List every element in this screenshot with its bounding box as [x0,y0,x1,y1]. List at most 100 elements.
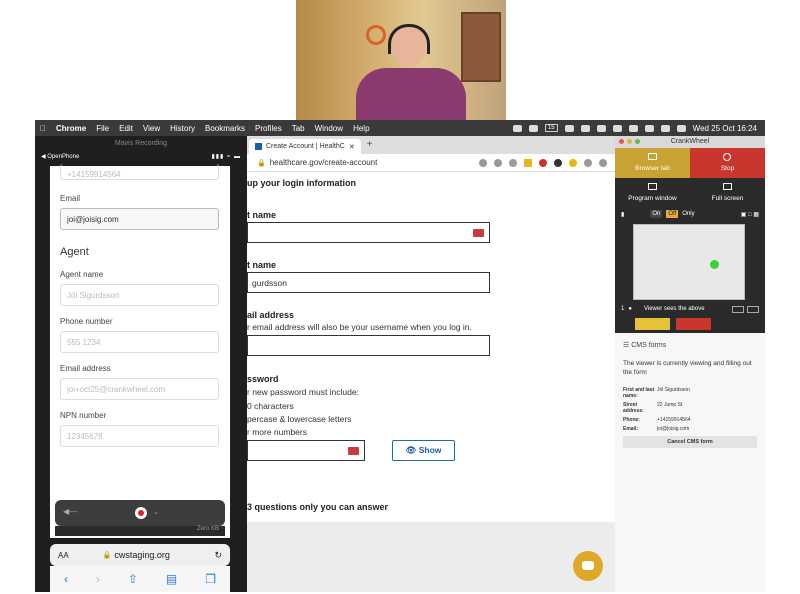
status-carrier: ◀ OpenPhone [41,154,80,160]
file-icon[interactable] [596,124,606,132]
chat-button[interactable] [573,551,603,581]
extension-icon[interactable] [524,158,532,167]
menubar-status: 15 Wed 25 Oct 16:24 [512,124,765,133]
power-icon[interactable] [628,124,638,132]
record-icon[interactable] [539,158,547,167]
presenter-body [356,68,466,120]
viewer-controls [732,305,765,313]
emoji-icon[interactable] [569,158,577,167]
text-size-button[interactable]: AA [50,551,69,560]
apple-icon[interactable]:  [35,124,51,133]
back-icon[interactable]: ‹ [64,572,68,586]
password-manager-icon[interactable] [473,229,484,237]
first-name-label: t name [247,210,277,220]
show-password-button[interactable]: 👁 Show [392,440,455,461]
tabs-icon[interactable]: ❐ [205,572,216,586]
program-window-button[interactable]: Program window [615,178,690,208]
chat-icon[interactable] [612,124,622,132]
address-url[interactable]: healthcare.gov/create-account [270,158,479,167]
minimize-icon[interactable] [627,139,632,144]
close-icon[interactable]: ✕ [349,143,355,151]
extension-icon[interactable] [554,158,562,167]
window-controls [619,139,640,144]
stop-annotate-button[interactable] [676,318,711,330]
share-preview [615,220,765,302]
tab-create-account[interactable]: Create Account | HealthC ✕ [249,139,361,154]
lock-icon: 🔒 [257,159,266,167]
page-heading: up your login information [247,178,356,188]
battery-icon[interactable] [644,124,654,132]
crankwheel-logo [366,25,386,45]
annotate-button[interactable] [635,318,670,330]
cursor-indicator [710,260,719,269]
menu-edit[interactable]: Edit [114,124,138,133]
cancel-cms-form-button[interactable]: Cancel CMS form [623,436,757,448]
safari-url[interactable]: cwstaging.org [114,550,170,560]
share-icon[interactable]: ⇧ [128,572,138,586]
star-icon[interactable] [509,158,517,167]
tab-icon [648,153,657,160]
previous-field[interactable]: +14159914564 [60,164,219,180]
screen-icon[interactable] [512,124,522,132]
first-name-field[interactable] [247,222,490,243]
toggle-off[interactable]: Off [666,210,679,218]
menu-help[interactable]: Help [348,124,374,133]
cloud-icon[interactable] [564,124,574,132]
extension-icon[interactable] [584,158,592,167]
google-icon[interactable] [479,158,487,167]
control-center-icon[interactable] [676,124,686,132]
menu-bookmarks[interactable]: Bookmarks [200,124,250,133]
viewer-count: 1 [621,306,625,312]
share-icon[interactable] [494,158,502,167]
eye-icon: 👁 [405,445,417,455]
toggle-on[interactable]: On [650,210,663,218]
upload-icon[interactable] [580,124,590,132]
browser-tab-button[interactable]: Browser tab [615,148,690,178]
address-bar[interactable]: 🔒 healthcare.gov/create-account [247,154,615,172]
menu-view[interactable]: View [138,124,165,133]
wifi-icon[interactable] [660,124,670,132]
close-icon[interactable] [619,139,624,144]
last-name-field[interactable]: gurdsson [247,272,490,293]
mute-icon[interactable]: ◀― [63,507,77,516]
password-manager-icon[interactable] [348,447,359,455]
puzzle-icon[interactable] [599,158,607,167]
layout-icons[interactable]: ▣ □ ▦ [741,211,765,218]
popout-icon[interactable] [732,305,744,313]
menu-tab[interactable]: Tab [287,124,310,133]
forward-icon[interactable]: › [96,572,100,586]
bookmarks-icon[interactable]: ▤ [166,572,177,586]
record-button[interactable] [135,507,147,519]
healthcare-favicon [255,143,262,150]
safari-toolbar: ‹ › ⇧ ▤ ❐ [50,566,230,592]
menu-file[interactable]: File [91,124,114,133]
battery-badge[interactable]: 15 [544,124,558,132]
cms-row: Phone: +14159914564 [623,417,691,423]
email-address-field[interactable]: joi+oct25@crankwheel.com [60,378,219,400]
safari-url-bar[interactable]: AA 🔒 cwstaging.org ↻ [50,544,230,566]
full-screen-button[interactable]: Full screen [690,178,765,208]
toggle-only[interactable]: Only [682,211,694,217]
stop-button[interactable]: Stop [690,148,765,178]
expand-icon[interactable] [747,305,759,313]
chevron-down-icon[interactable]: ⌄ [153,508,159,516]
record-icon[interactable] [528,124,538,132]
menu-app-name[interactable]: Chrome [51,124,91,133]
menu-history[interactable]: History [165,124,200,133]
menu-profiles[interactable]: Profiles [250,124,287,133]
email-field[interactable]: joi@joisig.com [60,208,219,230]
npn-field[interactable]: 12345678 [60,425,219,447]
phone-number-field[interactable]: 555 1234 [60,331,219,353]
crankwheel-titlebar: CrankWheel [615,136,765,148]
email-address-label: Email address [60,364,111,373]
email-field[interactable] [247,335,490,356]
reload-icon[interactable]: ↻ [214,550,230,561]
password-rule: percase & lowercase letters [247,414,352,424]
maximize-icon[interactable] [635,139,640,144]
menubar-clock[interactable]: Wed 25 Oct 16:24 [693,124,757,133]
new-tab-button[interactable]: + [361,139,379,154]
chrome-window: Create Account | HealthC ✕ + 🔒 healthcar… [247,136,615,522]
menu-window[interactable]: Window [310,124,348,133]
last-name-label: t name [247,260,277,270]
agent-name-field[interactable]: Jói Sigurdsson [60,284,219,306]
